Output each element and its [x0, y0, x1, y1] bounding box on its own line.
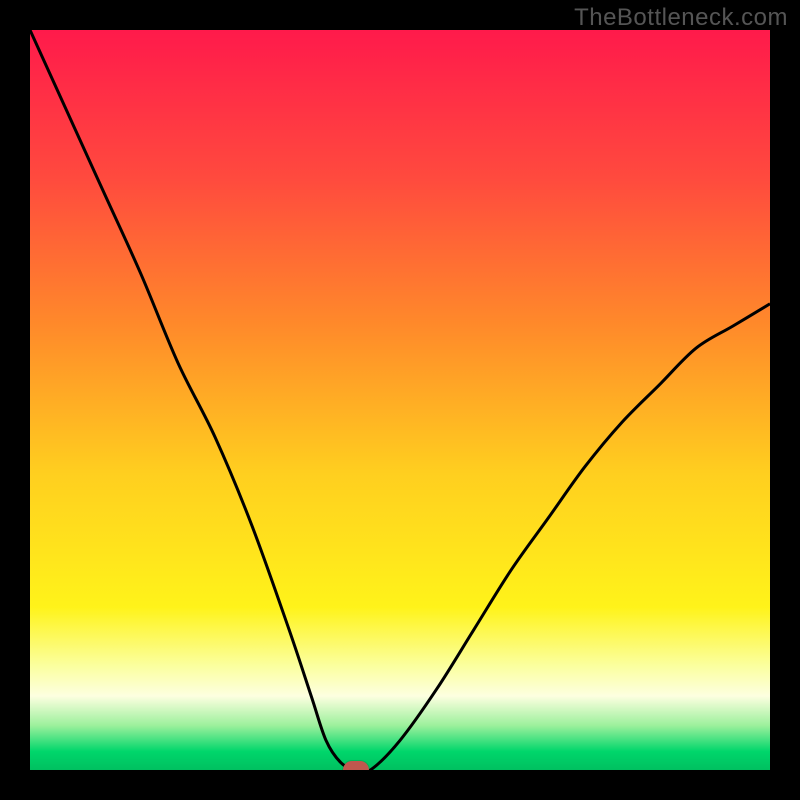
watermark-text: TheBottleneck.com — [574, 4, 788, 32]
plot-area — [30, 30, 770, 770]
optimal-point-marker — [343, 761, 369, 770]
bottleneck-curve — [30, 30, 770, 770]
chart-frame: TheBottleneck.com — [0, 0, 800, 800]
